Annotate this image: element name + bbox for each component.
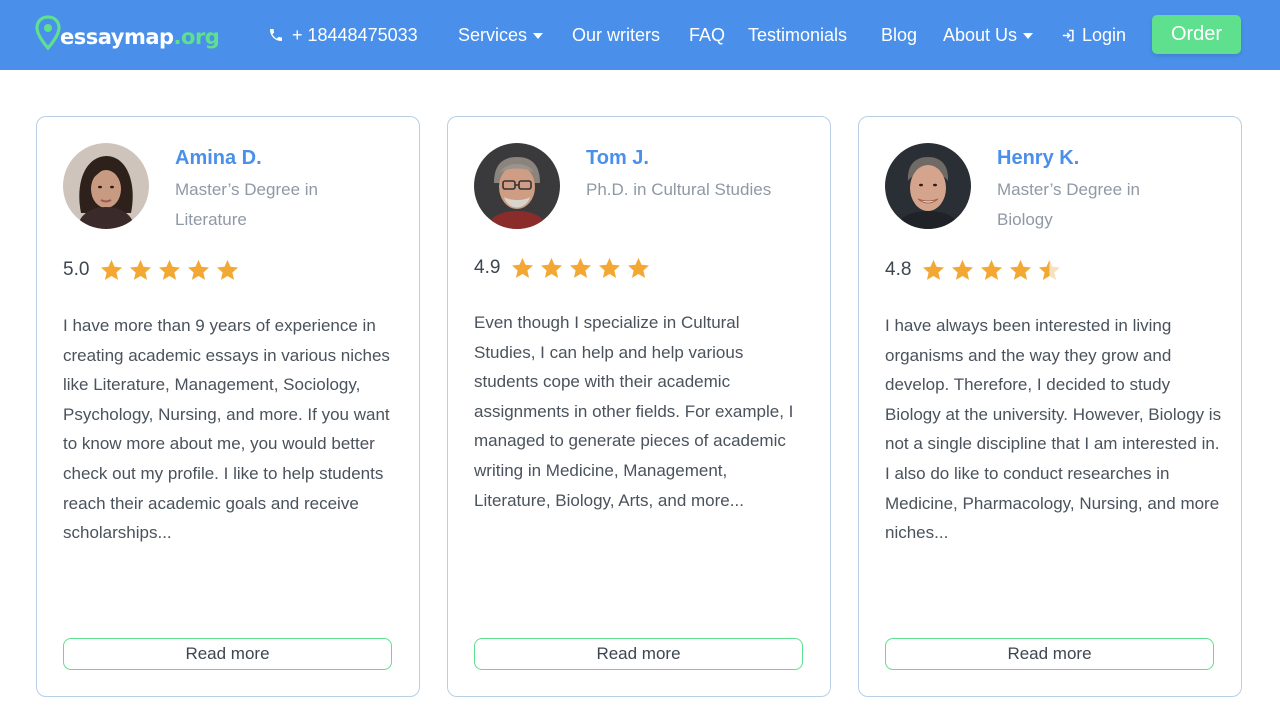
- avatar: [885, 143, 971, 229]
- star-icon: [1010, 259, 1032, 280]
- phone-link[interactable]: + 18448475033: [268, 22, 418, 48]
- nav-faq[interactable]: FAQ: [689, 22, 725, 48]
- logo-text: essaymap.org: [60, 25, 220, 49]
- star-rating: [921, 258, 1066, 283]
- site-header: essaymap.org + 18448475033 Services Our …: [0, 0, 1280, 70]
- login-link[interactable]: Login: [1061, 22, 1126, 48]
- nav-about-us-label: About Us: [943, 24, 1018, 45]
- phone-icon: [270, 29, 282, 41]
- location-pin-icon: [35, 15, 61, 51]
- nav-services[interactable]: Services: [458, 22, 544, 48]
- star-icon: [217, 259, 239, 280]
- rating-value: 4.8: [885, 259, 912, 280]
- nav-testimonials-label: Testimonials: [748, 24, 848, 45]
- star-icon: [101, 259, 123, 280]
- star-icon: [512, 257, 534, 278]
- phone-number: + 18448475033: [292, 24, 418, 45]
- caret-down-icon: [533, 33, 544, 39]
- star-icon: [188, 259, 210, 280]
- avatar: [63, 143, 149, 229]
- caret-down-icon: [1023, 33, 1034, 39]
- half-star-icon: [1039, 259, 1061, 280]
- nav-faq-label: FAQ: [689, 24, 726, 45]
- nav-blog[interactable]: Blog: [881, 22, 917, 48]
- star-icon: [159, 259, 181, 280]
- site-logo[interactable]: essaymap.org: [34, 14, 220, 54]
- writer-bio: I have more than 9 years of experience i…: [63, 316, 390, 543]
- star-icon: [130, 259, 152, 280]
- nav-our-writers-label: Our writers: [572, 24, 661, 45]
- read-more-button[interactable]: Read more: [885, 638, 1214, 670]
- rating: 4.8: [885, 255, 1066, 285]
- writer-card: Henry K. Master’s Degree in Biology 4.8 …: [858, 116, 1242, 697]
- writer-bio: I have always been interested in living …: [885, 316, 1222, 543]
- rating: 4.9: [474, 253, 655, 283]
- writer-card: Tom J. Ph.D. in Cultural Studies 4.9 Eve…: [447, 116, 831, 697]
- order-button[interactable]: Order: [1152, 15, 1241, 54]
- writer-degree: Master’s Degree in Biology: [997, 180, 1140, 229]
- writer-degree: Master’s Degree in Literature: [175, 180, 318, 229]
- star-rating: [99, 258, 244, 283]
- writer-name[interactable]: Tom J.: [586, 147, 649, 170]
- read-more-button[interactable]: Read more: [63, 638, 392, 670]
- star-icon: [628, 257, 650, 278]
- star-icon: [981, 259, 1003, 280]
- star-icon: [952, 259, 974, 280]
- star-icon: [599, 257, 621, 278]
- writer-degree: Ph.D. in Cultural Studies: [586, 180, 772, 199]
- star-icon: [923, 259, 945, 280]
- login-icon: [1062, 29, 1074, 41]
- nav-our-writers[interactable]: Our writers: [572, 22, 660, 48]
- star-rating: [510, 256, 655, 281]
- star-icon: [541, 257, 563, 278]
- writer-bio: Even though I specialize in Cultural Stu…: [474, 313, 794, 510]
- avatar: [474, 143, 560, 229]
- writer-name[interactable]: Amina D.: [175, 147, 262, 170]
- nav-about-us[interactable]: About Us: [943, 22, 1034, 48]
- writer-card: Amina D. Master’s Degree in Literature 5…: [36, 116, 420, 697]
- star-icon: [570, 257, 592, 278]
- nav-blog-label: Blog: [881, 24, 918, 45]
- rating-value: 4.9: [474, 257, 501, 278]
- writer-name[interactable]: Henry K.: [997, 147, 1079, 170]
- nav-testimonials[interactable]: Testimonials: [748, 22, 847, 48]
- login-label: Login: [1082, 24, 1127, 45]
- rating: 5.0: [63, 255, 244, 285]
- nav-services-label: Services: [458, 24, 528, 45]
- rating-value: 5.0: [63, 259, 90, 280]
- read-more-button[interactable]: Read more: [474, 638, 803, 670]
